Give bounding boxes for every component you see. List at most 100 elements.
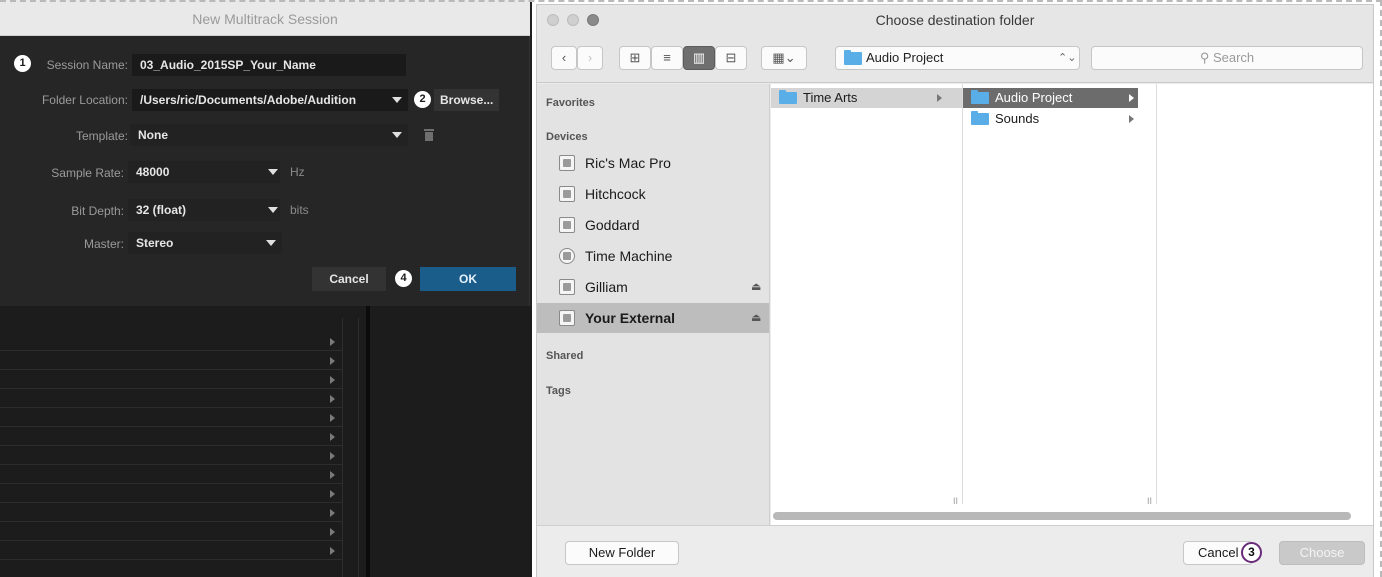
chevron-right-icon[interactable] [330, 471, 335, 479]
sidebar-item-rics-mac-pro[interactable]: Ric's Mac Pro [537, 148, 769, 178]
list-item[interactable] [0, 541, 342, 560]
list-item[interactable] [0, 484, 342, 503]
list-item[interactable] [0, 389, 342, 408]
template-value: None [138, 128, 168, 142]
step-badge-4: 4 [395, 270, 412, 287]
columns-icon: ▥ [692, 50, 706, 65]
chevron-right-icon[interactable] [330, 338, 335, 346]
horizontal-scrollbar[interactable] [773, 512, 1351, 520]
list-item[interactable] [0, 522, 342, 541]
master-label: Master: [83, 237, 124, 251]
arrange-icon: ▦⌄ [772, 50, 796, 65]
column-2: Audio Project Sounds II [963, 84, 1157, 506]
computer-icon [559, 155, 575, 171]
browse-button[interactable]: Browse... [434, 89, 500, 111]
list-item-audio-project[interactable]: Audio Project [963, 88, 1138, 108]
list-item[interactable] [0, 503, 342, 522]
chevron-down-icon[interactable] [266, 240, 276, 246]
list-item[interactable] [0, 427, 342, 446]
step-badge-2: 2 [414, 91, 431, 108]
column-resize-handle[interactable]: II [953, 496, 958, 506]
template-row: Template: [0, 124, 128, 148]
list-item[interactable] [0, 332, 342, 351]
list-item[interactable] [0, 351, 342, 370]
forward-button[interactable]: › [577, 46, 603, 70]
chevron-down-icon[interactable] [268, 207, 278, 213]
chevron-right-icon[interactable] [330, 490, 335, 498]
search-field[interactable]: ⚲ Search [1091, 46, 1363, 70]
new-folder-button[interactable]: New Folder [565, 541, 679, 565]
chevron-right-icon[interactable] [330, 433, 335, 441]
chevron-right-icon[interactable] [330, 376, 335, 384]
updown-chevron-icon: ⌃⌄ [1058, 52, 1077, 64]
list-item-sounds[interactable]: Sounds [963, 109, 1138, 129]
ok-button[interactable]: OK [420, 267, 516, 291]
path-popup[interactable]: Audio Project ⌃⌄ [835, 46, 1080, 70]
chevron-left-icon: ‹ [561, 50, 567, 65]
list-item[interactable] [0, 446, 342, 465]
trash-icon[interactable] [424, 129, 434, 141]
audition-files-panel [0, 306, 532, 577]
eject-icon[interactable]: ⏏ [751, 311, 761, 324]
column-divider [342, 318, 343, 577]
chevron-right-icon[interactable] [330, 509, 335, 517]
chevron-down-icon[interactable] [392, 97, 402, 103]
chevron-right-icon[interactable] [330, 452, 335, 460]
list-item[interactable] [0, 370, 342, 389]
choose-button[interactable]: Choose [1279, 541, 1365, 565]
chevron-right-icon[interactable] [330, 395, 335, 403]
chevron-right-icon [937, 94, 942, 102]
back-button[interactable]: ‹ [551, 46, 577, 70]
audition-window: New Multitrack Session 1 Session Name: 0… [0, 0, 532, 577]
eject-icon[interactable]: ⏏ [751, 280, 761, 293]
icon-view-button[interactable]: ⊞ [619, 46, 651, 70]
chevron-down-icon[interactable] [268, 169, 278, 175]
bit-depth-row: Bit Depth: [0, 199, 124, 223]
sidebar-header-tags: Tags [546, 385, 571, 397]
dialog-title: New Multitrack Session [0, 0, 530, 36]
chevron-right-icon [1129, 115, 1134, 123]
folder-location-dropdown[interactable]: /Users/ric/Documents/Adobe/Audition [132, 89, 408, 111]
sidebar-item-your-external[interactable]: Your External ⏏ [537, 303, 769, 333]
chevron-right-icon[interactable] [330, 357, 335, 365]
sidebar-header-devices: Devices [546, 131, 588, 143]
arrange-button[interactable]: ▦⌄ [761, 46, 807, 70]
sample-rate-dropdown[interactable]: 48000 [128, 161, 280, 183]
chevron-right-icon[interactable] [330, 414, 335, 422]
cancel-button[interactable]: Cancel [312, 267, 386, 291]
title-bar: Choose destination folder [537, 5, 1373, 35]
chevron-right-icon[interactable] [330, 547, 335, 555]
folder-location-label: Folder Location: [41, 93, 128, 107]
bit-depth-dropdown[interactable]: 32 (float) [128, 199, 280, 221]
sample-rate-row: Sample Rate: [0, 161, 124, 185]
column-view-button[interactable]: ▥ [683, 46, 715, 70]
sidebar-header-favorites: Favorites [546, 97, 595, 109]
step-badge-3: 3 [1241, 542, 1262, 563]
bit-depth-unit: bits [290, 203, 309, 217]
sidebar-item-goddard[interactable]: Goddard [537, 210, 769, 240]
sample-rate-unit: Hz [290, 165, 305, 179]
column-resize-handle[interactable]: II [1147, 496, 1152, 506]
chevron-right-icon[interactable] [330, 528, 335, 536]
sidebar-item-gilliam[interactable]: Gilliam ⏏ [537, 272, 769, 302]
template-dropdown[interactable]: None [130, 124, 408, 146]
search-icon: ⚲ [1199, 50, 1210, 65]
chevron-down-icon[interactable] [392, 132, 402, 138]
sidebar-item-time-machine[interactable]: Time Machine [537, 241, 769, 271]
list-item[interactable] [0, 465, 342, 484]
list-item-time-arts[interactable]: Time Arts [771, 88, 962, 108]
bit-depth-label: Bit Depth: [71, 204, 124, 218]
session-name-input[interactable]: 03_Audio_2015SP_Your_Name [132, 54, 406, 76]
panel-splitter[interactable] [366, 306, 370, 577]
sidebar-item-hitchcock[interactable]: Hitchcock [537, 179, 769, 209]
folder-location-row: Folder Location: [0, 88, 128, 112]
sidebar-header-shared: Shared [546, 350, 584, 362]
list-item[interactable] [0, 408, 342, 427]
toolbar: ‹ › ⊞ ≡ ▥ ⊟ ▦⌄ Audio Project ⌃⌄ ⚲ Search [537, 35, 1373, 83]
master-dropdown[interactable]: Stereo [128, 232, 282, 254]
folder-icon [971, 111, 989, 125]
path-popup-label: Audio Project [866, 50, 944, 65]
list-view-button[interactable]: ≡ [651, 46, 683, 70]
file-list [0, 318, 360, 577]
cover-flow-button[interactable]: ⊟ [715, 46, 747, 70]
